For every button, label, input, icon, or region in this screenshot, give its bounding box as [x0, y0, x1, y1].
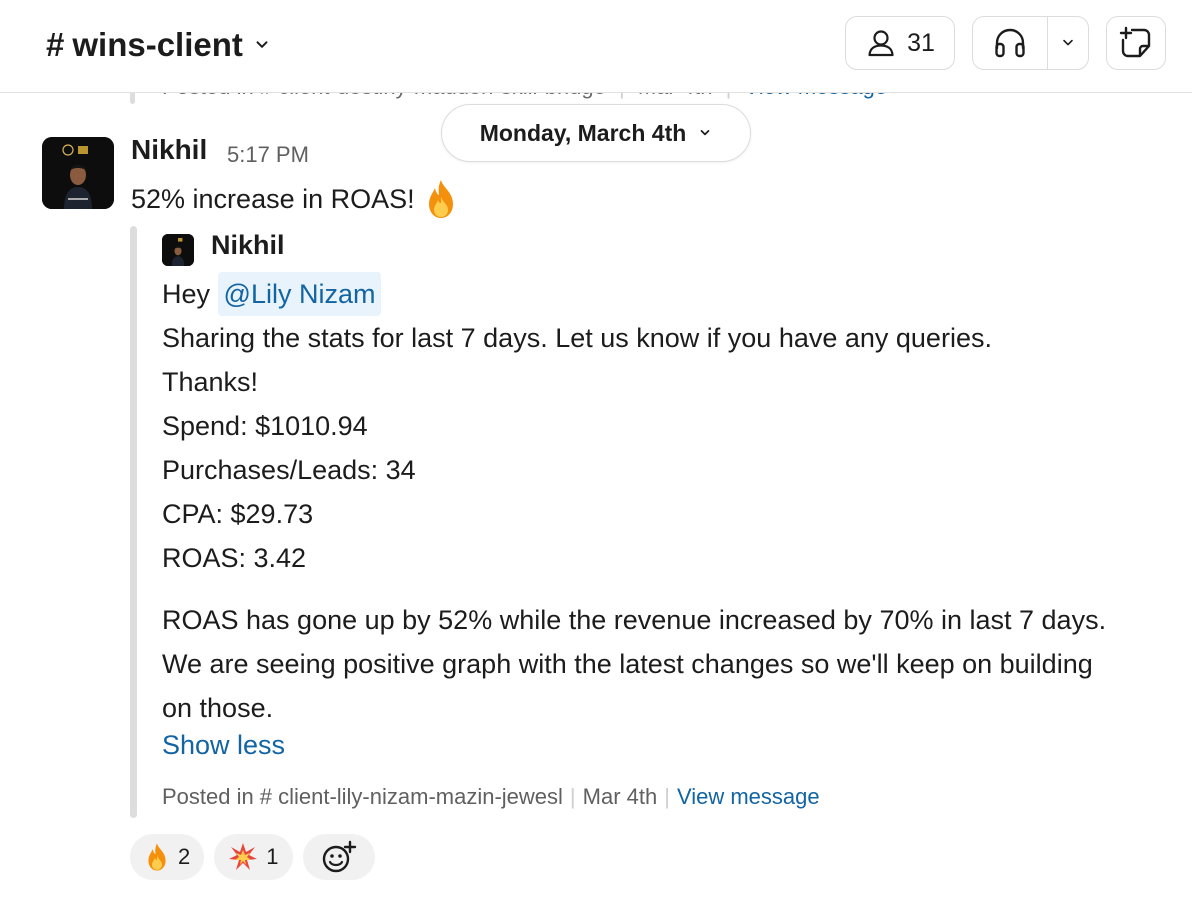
show-less-link[interactable]: Show less — [162, 730, 285, 761]
stats-line: Sharing the stats for last 7 days. Let u… — [162, 323, 992, 353]
reaction-collision[interactable]: 1 — [214, 834, 293, 880]
add-reaction-button[interactable] — [302, 834, 375, 880]
stats-line: Thanks! — [162, 367, 259, 397]
source-channel-link[interactable]: # client-lily-nizam-mazin-jewesl — [260, 784, 563, 810]
member-count: 31 — [907, 28, 935, 57]
posted-in-footer: Posted in # client-lily-nizam-mazin-jewe… — [162, 784, 820, 810]
stats-line: Spend: $1010.94 — [162, 411, 368, 441]
view-message-link[interactable]: View message — [677, 784, 820, 810]
avatar-image — [162, 234, 194, 266]
user-mention[interactable]: @Lily Nizam — [217, 272, 382, 316]
add-reaction-icon — [322, 840, 356, 873]
date-divider-button[interactable]: Monday, March 4th — [441, 104, 751, 162]
shared-message-body: Hey @Lily Nizam Sharing the stats for la… — [162, 272, 1162, 580]
shared-message-bar — [130, 226, 137, 818]
reaction-fire[interactable]: 2 — [130, 834, 205, 880]
shared-author-name[interactable]: Nikhil — [211, 230, 285, 261]
chevron-down-icon — [700, 130, 710, 136]
shared-avatar — [162, 234, 194, 266]
channel-header: # wins-client 31 — [0, 0, 1192, 93]
posted-date: Mar 4th — [582, 784, 658, 809]
channel-hash: # — [46, 26, 65, 63]
posted-in-label: Posted in — [162, 784, 254, 809]
chevron-down-icon — [1063, 39, 1073, 46]
greeting-line: Hey @Lily Nizam — [162, 272, 1162, 316]
person-icon — [868, 30, 894, 57]
channel-name: wins-client — [72, 26, 243, 63]
fire-emoji — [428, 180, 453, 218]
reaction-count: 1 — [266, 844, 279, 869]
reactions-bar: 2 1 — [130, 834, 375, 880]
summary-paragraph: ROAS has gone up by 52% while the revenu… — [162, 605, 1107, 723]
sender-name[interactable]: Nikhil — [131, 134, 207, 166]
avatar[interactable] — [42, 137, 114, 209]
separator: | — [664, 784, 670, 809]
avatar-image — [42, 137, 114, 209]
collision-emoji — [229, 843, 258, 870]
members-button[interactable]: 31 — [845, 16, 955, 70]
reaction-count: 2 — [178, 844, 191, 869]
chevron-down-icon — [256, 41, 268, 48]
headphones-icon — [995, 28, 1025, 58]
stats-line: Purchases/Leads: 34 — [162, 455, 416, 485]
huddle-button[interactable] — [972, 16, 1089, 70]
greeting-text: Hey — [162, 279, 211, 309]
message-text: 52% increase in ROAS! — [131, 178, 459, 220]
stats-line: CPA: $29.73 — [162, 499, 314, 529]
add-canvas-button[interactable] — [1106, 16, 1166, 70]
channel-title[interactable]: # wins-client — [46, 22, 271, 68]
huddle-start[interactable] — [973, 17, 1048, 69]
fire-emoji — [148, 843, 166, 871]
stats-line: ROAS: 3.42 — [162, 543, 307, 573]
huddle-options[interactable] — [1048, 17, 1088, 69]
separator: | — [569, 784, 576, 809]
message-body: 52% increase in ROAS! — [131, 183, 415, 214]
date-divider-label: Monday, March 4th — [479, 119, 687, 146]
add-canvas-icon — [1119, 26, 1151, 58]
timestamp[interactable]: 5:17 PM — [227, 142, 309, 168]
